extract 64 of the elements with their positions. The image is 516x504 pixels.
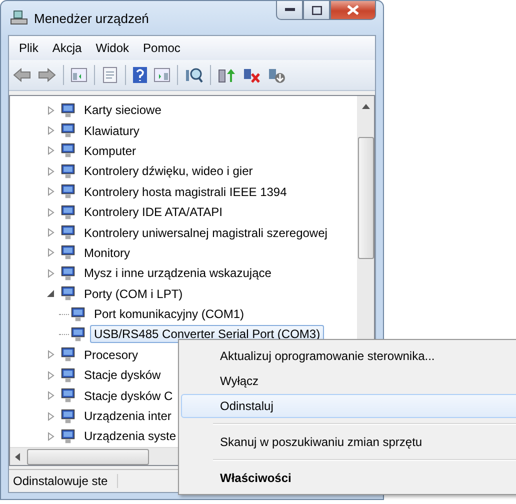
device-icon [60,428,76,444]
tree-item[interactable]: Urządzenia inter [80,407,176,426]
device-icon [60,245,76,260]
tree-item[interactable]: Kontrolery hosta magistrali IEEE 1394 [80,182,291,201]
status-text: Odinstalowuje ste [9,474,118,488]
tree-item[interactable]: Komputer [80,142,140,160]
tree-item[interactable]: Port komunikacyjny (COM1) [90,305,248,324]
maximize-icon [312,6,322,14]
device-icon [60,143,76,158]
tree-item[interactable]: Porty (COM i LPT) [80,284,187,303]
expander-icon[interactable] [47,289,55,298]
device-icon [60,225,76,240]
tree-item[interactable]: Monitory [80,244,134,262]
tree-item[interactable]: Kontrolery IDE ATA/ATAPI [80,203,226,222]
device-icon [60,408,76,424]
context-menu-item[interactable]: Odinstaluj [181,394,516,418]
uninstall-icon[interactable] [268,67,286,83]
disable-cross-icon[interactable] [243,67,261,83]
context-menu-item[interactable]: Skanuj w poszukiwaniu zmian sprzętu [181,430,516,454]
tree-item[interactable]: Stacje dysków C [80,386,177,405]
tree-item[interactable]: Stacje dysków [80,366,165,384]
device-icon [60,164,76,179]
device-icon [60,102,76,118]
close-icon [347,5,359,15]
up-arrow-icon[interactable] [362,104,370,109]
device-icon [70,326,86,342]
help-icon[interactable] [133,67,147,83]
tree-item[interactable]: Urządzenia syste [80,427,180,446]
context-menu-item[interactable]: Właściwości [181,466,516,490]
minimize-icon [284,8,294,12]
panel-icon[interactable] [71,68,87,82]
minimize-button[interactable] [276,1,303,20]
device-icon [60,368,76,383]
device-icon [60,266,76,281]
menu-item[interactable]: Pomoc [137,39,186,57]
tree-item[interactable]: Mysz i inne urządzenia wskazujące [80,264,276,282]
context-menu-item[interactable]: Wyłącz [181,369,516,393]
close-button[interactable] [330,1,376,20]
tree-item[interactable]: Klawiatury [80,122,144,140]
tree-item[interactable]: Karty sieciowe [80,101,166,120]
menu-item[interactable]: Widok [90,39,136,57]
forward-arrow-icon[interactable] [38,68,56,82]
menu-item[interactable]: Plik [13,39,44,57]
tree-item[interactable]: Kontrolery dźwięku, wideo i gier [80,162,257,180]
device-icon [60,184,76,200]
device-icon [60,388,76,404]
window-title: Menedżer urządzeń [34,10,149,26]
tree-item[interactable]: Kontrolery uniwersalnej magistrali szeregowej [80,224,332,242]
menu-item[interactable]: Akcja [46,39,88,57]
document-icon[interactable] [102,67,118,83]
update-arrow-icon[interactable] [218,67,236,83]
context-menu-item[interactable]: Aktualizuj oprogramowanie sterownika... [181,344,516,368]
device-icon [60,204,76,220]
tree-item[interactable]: Procesory [80,346,142,364]
back-arrow-icon[interactable] [13,68,31,82]
panel-icon[interactable] [154,68,170,82]
device-icon [60,123,76,138]
device-icon [60,347,76,362]
magnifier-icon[interactable] [185,67,203,83]
computer-icon [10,10,28,26]
device-icon [60,286,76,302]
left-arrow-icon[interactable] [15,452,21,460]
maximize-button[interactable] [303,1,330,20]
device-icon [70,306,86,322]
